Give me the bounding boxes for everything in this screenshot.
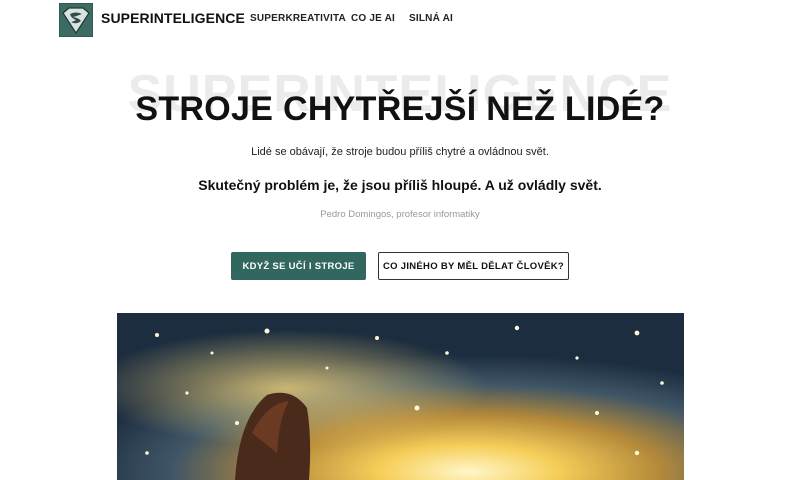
superman-shield-icon[interactable] [58, 2, 94, 38]
brand-name[interactable]: SUPERINTELIGENCE [101, 10, 245, 26]
hero-image [117, 313, 684, 480]
what-else-human-button[interactable]: CO JINÉHO BY MĚL DĚLAT ČLOVĚK? [378, 252, 569, 280]
quote-author: Pedro Domingos, profesor informatiky [320, 209, 480, 220]
nav-item-co-je-ai[interactable]: CO JE AI [351, 13, 395, 24]
page-title: STROJE CHYTŘEJŠÍ NEŽ LIDÉ? [135, 90, 665, 128]
hero-quote: Skutečný problém je, že jsou příliš hlou… [198, 177, 602, 193]
site-header: SUPERINTELIGENCE SUPERKREATIVITA CO JE A… [0, 0, 800, 40]
learning-machines-button[interactable]: KDYŽ SE UČÍ I STROJE [231, 252, 366, 280]
hero-subtitle: Lidé se obávají, že stroje budou příliš … [251, 146, 549, 158]
nav-item-silna-ai[interactable]: SILNÁ AI [409, 13, 453, 24]
nav-item-superkreativita[interactable]: SUPERKREATIVITA [250, 13, 346, 24]
